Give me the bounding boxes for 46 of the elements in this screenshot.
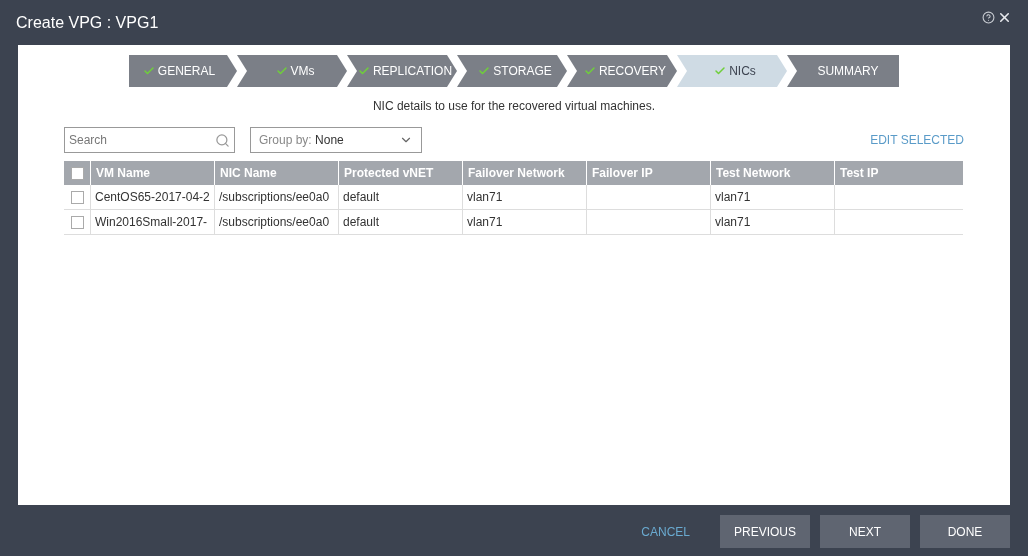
- table-cell-text: Win2016Small-2017-: [95, 214, 208, 231]
- search-field[interactable]: Search: [64, 127, 235, 153]
- table-cell-text: vlan71: [467, 214, 503, 231]
- edit-selected-link[interactable]: EDIT SELECTED: [870, 131, 964, 149]
- table-cell-text: vlan71: [467, 189, 503, 206]
- check-icon: [478, 65, 491, 77]
- wizard-step[interactable]: GENERAL: [129, 55, 237, 87]
- check-icon: [275, 65, 288, 77]
- check-icon: [357, 65, 370, 77]
- check-icon: [142, 65, 155, 77]
- footer-button[interactable]: DONE: [920, 515, 1010, 548]
- wizard-step[interactable]: RECOVERY: [567, 55, 677, 87]
- window-title: Create VPG : VPG1: [16, 12, 159, 33]
- checkbox[interactable]: [70, 215, 84, 229]
- wizard-step[interactable]: SUMMARY: [787, 55, 899, 87]
- help-icon[interactable]: [982, 11, 995, 24]
- checkbox[interactable]: [70, 166, 84, 180]
- table-cell-text: vlan71: [715, 189, 751, 206]
- column-header[interactable]: Protected vNET: [339, 161, 463, 185]
- wizard-step[interactable]: STORAGE: [457, 55, 567, 87]
- table-cell-text: vlan71: [715, 214, 751, 231]
- wizard-step[interactable]: VMs: [237, 55, 347, 87]
- table-cell-text: /subscriptions/ee0a0: [219, 214, 330, 231]
- close-icon[interactable]: [997, 10, 1012, 25]
- table-cell-text: CentOS65-2017-04-2: [95, 189, 210, 206]
- group-by-dropdown[interactable]: Group by: None: [250, 127, 422, 153]
- wizard-step[interactable]: NICs: [677, 55, 787, 87]
- footer-button[interactable]: PREVIOUS: [720, 515, 810, 548]
- search-input[interactable]: Search: [69, 131, 215, 149]
- column-header[interactable]: Test Network: [711, 161, 835, 185]
- check-icon: [583, 65, 596, 77]
- check-icon: [714, 65, 727, 77]
- column-header[interactable]: Failover Network: [463, 161, 587, 185]
- column-header[interactable]: Test IP: [835, 161, 959, 185]
- column-header[interactable]: Failover IP: [587, 161, 711, 185]
- description: NIC details to use for the recovered virtual machines.: [371, 98, 657, 115]
- cancel-button[interactable]: CANCEL: [621, 515, 710, 548]
- search-icon: [215, 132, 230, 148]
- table-cell-text: default: [343, 214, 380, 231]
- table-cell-text: default: [343, 189, 380, 206]
- checkbox[interactable]: [70, 190, 84, 204]
- footer-button[interactable]: NEXT: [820, 515, 910, 548]
- column-header[interactable]: VM Name: [91, 161, 215, 185]
- column-header[interactable]: NIC Name: [215, 161, 339, 185]
- table-cell-text: /subscriptions/ee0a0: [219, 189, 330, 206]
- wizard-step[interactable]: REPLICATION: [347, 55, 457, 87]
